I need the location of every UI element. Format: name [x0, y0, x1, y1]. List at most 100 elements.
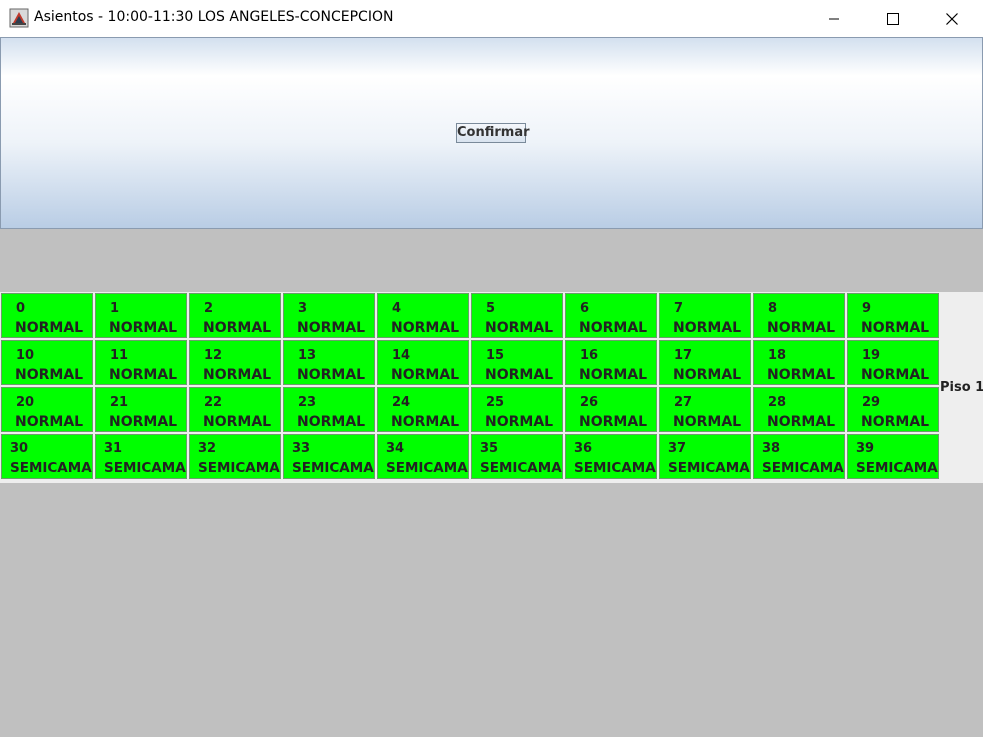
- seat-type: NORMAL: [109, 320, 178, 336]
- seat-number: 34: [386, 441, 405, 456]
- seat-number: 15: [486, 348, 505, 363]
- seat-number: 14: [392, 348, 411, 363]
- seat-button[interactable]: 5 NORMAL: [471, 293, 563, 338]
- seat-type: NORMAL: [673, 414, 742, 430]
- seat-type: SEMICAMA: [104, 460, 186, 476]
- floor-label: Piso 1: [940, 380, 983, 395]
- seat-number: 20: [16, 395, 35, 410]
- seat-type: NORMAL: [203, 367, 272, 383]
- seat-button[interactable]: 23 NORMAL: [283, 387, 375, 432]
- seat-number: 22: [204, 395, 223, 410]
- seat-button[interactable]: 34 SEMICAMA: [377, 434, 469, 479]
- seat-number: 35: [480, 441, 499, 456]
- minimize-button[interactable]: [805, 0, 863, 37]
- seat-button[interactable]: 3 NORMAL: [283, 293, 375, 338]
- seat-button[interactable]: 9 NORMAL: [847, 293, 939, 338]
- maximize-icon: [887, 12, 899, 25]
- seat-number: 31: [104, 441, 123, 456]
- close-icon: [946, 12, 958, 25]
- seat-button[interactable]: 11 NORMAL: [95, 340, 187, 385]
- seat-number: 0: [16, 301, 26, 316]
- seat-button[interactable]: 35 SEMICAMA: [471, 434, 563, 479]
- seat-button[interactable]: 15 NORMAL: [471, 340, 563, 385]
- seat-button[interactable]: 4 NORMAL: [377, 293, 469, 338]
- seat-number: 13: [298, 348, 317, 363]
- seat-button[interactable]: 28 NORMAL: [753, 387, 845, 432]
- seat-type: NORMAL: [673, 320, 742, 336]
- seat-button[interactable]: 19 NORMAL: [847, 340, 939, 385]
- seat-type: SEMICAMA: [198, 460, 280, 476]
- seat-type: NORMAL: [203, 320, 272, 336]
- seat-button[interactable]: 27 NORMAL: [659, 387, 751, 432]
- seat-button[interactable]: 1 NORMAL: [95, 293, 187, 338]
- seat-type: SEMICAMA: [386, 460, 468, 476]
- seat-type: SEMICAMA: [856, 460, 938, 476]
- seat-number: 8: [768, 301, 778, 316]
- seat-number: 19: [862, 348, 881, 363]
- seat-button[interactable]: 30 SEMICAMA: [1, 434, 93, 479]
- seat-button[interactable]: 7 NORMAL: [659, 293, 751, 338]
- seat-type: NORMAL: [391, 320, 460, 336]
- seat-button[interactable]: 38 SEMICAMA: [753, 434, 845, 479]
- seat-button[interactable]: 16 NORMAL: [565, 340, 657, 385]
- seat-number: 17: [674, 348, 693, 363]
- confirm-button[interactable]: Confirmar: [456, 123, 530, 143]
- window-title: Asientos - 10:00-11:30 LOS ANGELES-CONCE…: [34, 9, 394, 25]
- seat-button[interactable]: 29 NORMAL: [847, 387, 939, 432]
- seat-button[interactable]: 17 NORMAL: [659, 340, 751, 385]
- seat-type: NORMAL: [767, 367, 836, 383]
- seat-type: SEMICAMA: [762, 460, 844, 476]
- seat-number: 9: [862, 301, 872, 316]
- seat-number: 36: [574, 441, 593, 456]
- seat-type: NORMAL: [767, 320, 836, 336]
- seat-type: NORMAL: [485, 367, 554, 383]
- seat-button[interactable]: 8 NORMAL: [753, 293, 845, 338]
- seat-button[interactable]: 21 NORMAL: [95, 387, 187, 432]
- seat-number: 6: [580, 301, 590, 316]
- seat-map: 0 NORMAL 1 NORMAL 2 NORMAL 3 NORMAL 4 NORMAL 5 NORM…: [0, 292, 983, 483]
- seat-button[interactable]: 2 NORMAL: [189, 293, 281, 338]
- seat-button[interactable]: 6 NORMAL: [565, 293, 657, 338]
- seat-type: NORMAL: [861, 320, 930, 336]
- maximize-button[interactable]: [864, 0, 922, 37]
- seat-button[interactable]: 25 NORMAL: [471, 387, 563, 432]
- seat-button[interactable]: 31 SEMICAMA: [95, 434, 187, 479]
- seat-button[interactable]: 24 NORMAL: [377, 387, 469, 432]
- seat-type: NORMAL: [391, 367, 460, 383]
- seat-number: 32: [198, 441, 217, 456]
- seat-type: NORMAL: [297, 320, 366, 336]
- seat-button[interactable]: 37 SEMICAMA: [659, 434, 751, 479]
- seat-button[interactable]: 20 NORMAL: [1, 387, 93, 432]
- seat-type: NORMAL: [297, 367, 366, 383]
- seat-type: NORMAL: [15, 414, 84, 430]
- seat-button[interactable]: 14 NORMAL: [377, 340, 469, 385]
- seat-type: NORMAL: [485, 320, 554, 336]
- seat-type: NORMAL: [15, 320, 84, 336]
- seat-button[interactable]: 18 NORMAL: [753, 340, 845, 385]
- seat-button[interactable]: 13 NORMAL: [283, 340, 375, 385]
- seat-button[interactable]: 33 SEMICAMA: [283, 434, 375, 479]
- close-button[interactable]: [923, 0, 981, 37]
- seat-button[interactable]: 22 NORMAL: [189, 387, 281, 432]
- seat-type: SEMICAMA: [574, 460, 656, 476]
- seat-button[interactable]: 36 SEMICAMA: [565, 434, 657, 479]
- seat-number: 28: [768, 395, 787, 410]
- seat-type: NORMAL: [861, 414, 930, 430]
- seat-button[interactable]: 0 NORMAL: [1, 293, 93, 338]
- seat-number: 37: [668, 441, 687, 456]
- minimize-icon: [829, 18, 839, 19]
- seat-button[interactable]: 39 SEMICAMA: [847, 434, 939, 479]
- seat-number: 23: [298, 395, 317, 410]
- seat-button[interactable]: 26 NORMAL: [565, 387, 657, 432]
- seat-button[interactable]: 10 NORMAL: [1, 340, 93, 385]
- seat-type: SEMICAMA: [10, 460, 92, 476]
- seat-type: NORMAL: [297, 414, 366, 430]
- seat-button[interactable]: 32 SEMICAMA: [189, 434, 281, 479]
- seat-number: 7: [674, 301, 684, 316]
- seat-type: NORMAL: [109, 367, 178, 383]
- seat-type: NORMAL: [673, 367, 742, 383]
- seat-type: NORMAL: [767, 414, 836, 430]
- seat-button[interactable]: 12 NORMAL: [189, 340, 281, 385]
- seat-type: NORMAL: [861, 367, 930, 383]
- seat-number: 5: [486, 301, 496, 316]
